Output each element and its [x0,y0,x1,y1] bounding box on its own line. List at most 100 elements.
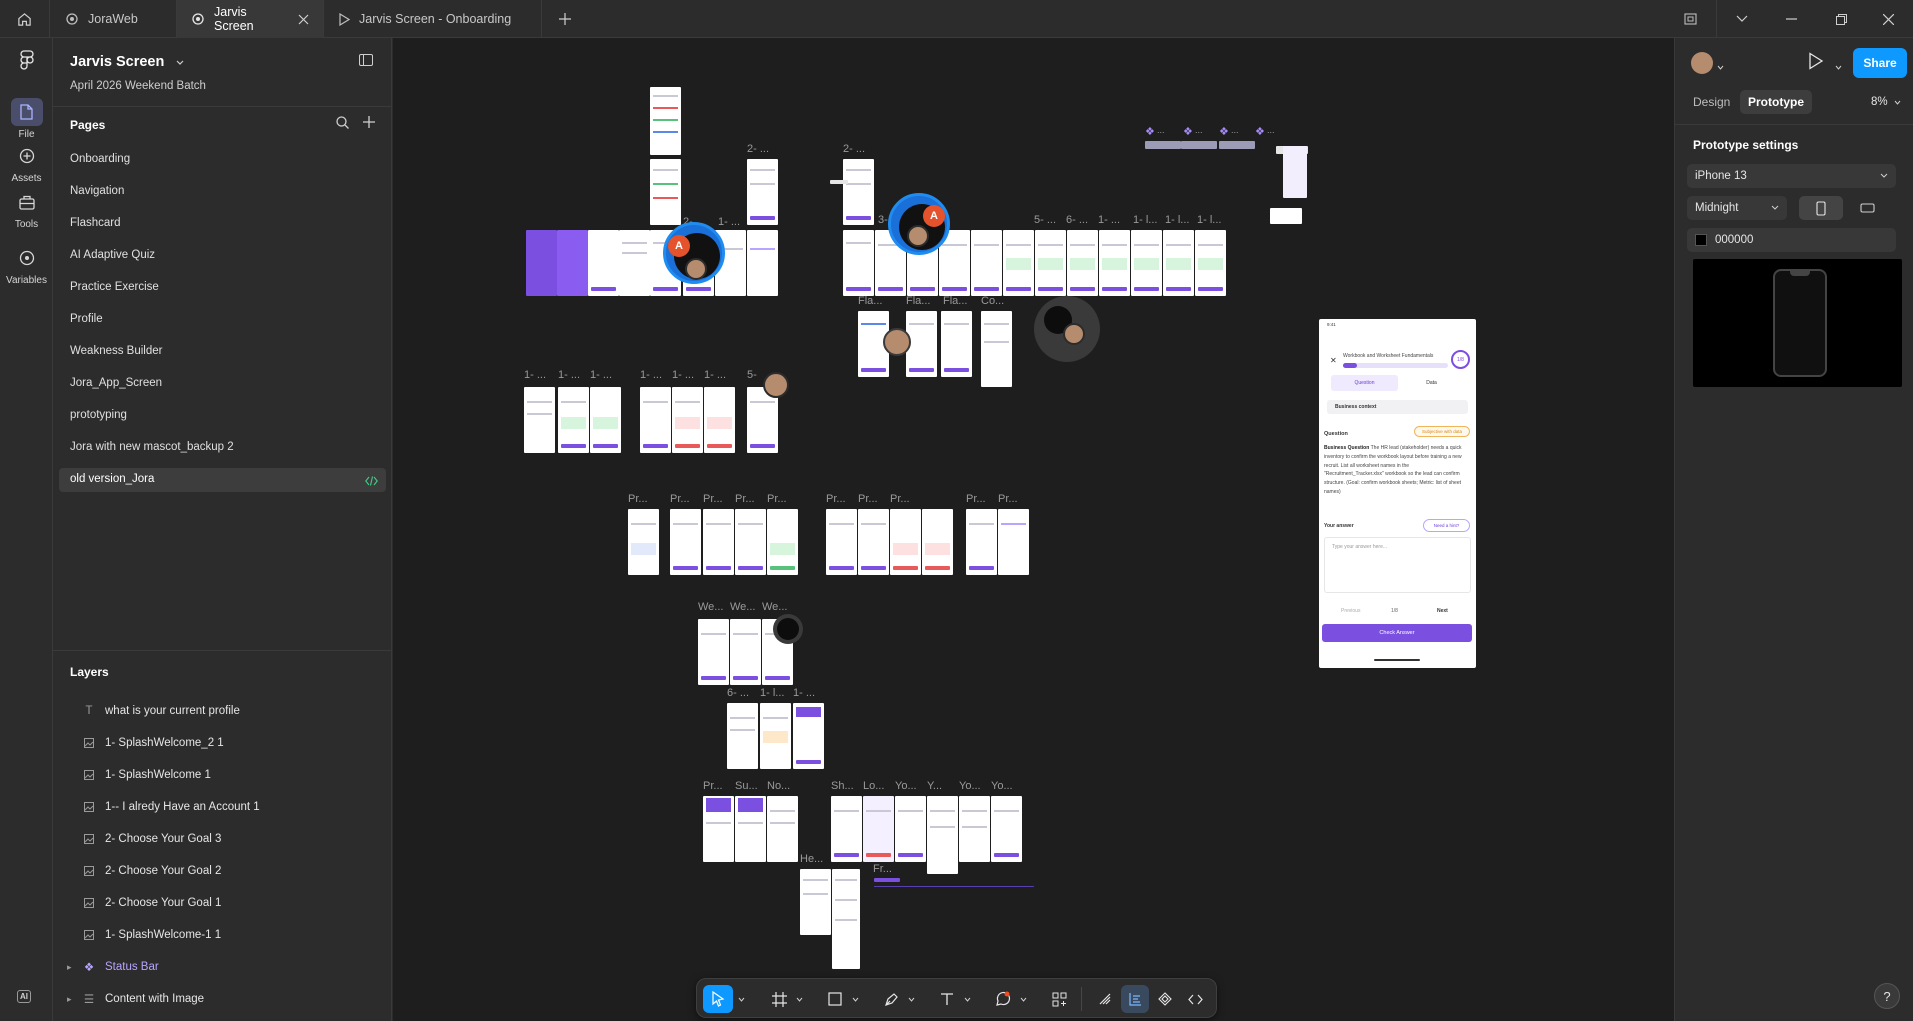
component-thumbnail[interactable] [1181,141,1217,149]
frame-thumbnail[interactable] [793,703,824,769]
frame-thumbnail[interactable] [858,509,889,575]
sidebar-toggle-icon[interactable] [359,54,373,69]
chevron-down-icon[interactable] [1835,58,1842,73]
frame-thumbnail[interactable] [747,230,778,296]
pen-tool[interactable] [879,985,903,1013]
page-item[interactable]: Flashcard [70,217,121,229]
layer-row[interactable]: 2- Choose Your Goal 3 [53,826,392,852]
frame-thumbnail[interactable] [843,159,874,225]
frame-thumbnail[interactable] [1067,230,1098,296]
move-tool[interactable] [703,985,733,1013]
frame-thumbnail[interactable] [703,509,734,575]
page-item[interactable]: AI Adaptive Quiz [70,249,155,261]
previous-button[interactable]: Previous [1341,608,1360,614]
frame-thumbnail[interactable] [1099,230,1130,296]
chevron-down-icon[interactable] [793,985,805,1013]
text-tool[interactable] [935,985,959,1013]
design-mode[interactable] [1121,985,1149,1013]
frame-thumbnail[interactable] [735,509,766,575]
frame-thumbnail[interactable] [619,230,650,296]
tab-joraweb[interactable]: JoraWeb [51,0,177,38]
search-icon[interactable] [336,116,349,132]
help-button[interactable]: ? [1874,983,1900,1009]
layer-row[interactable]: 1- SplashWelcome_2 1 [53,730,392,756]
tab-prototype[interactable]: Prototype [1740,90,1813,114]
frame-thumbnail[interactable] [959,796,990,862]
main-menu[interactable] [0,46,53,77]
page-item[interactable]: prototyping [70,409,127,421]
zoom-control[interactable]: 8% [1871,90,1901,114]
frame-thumbnail[interactable] [1195,230,1226,296]
window-icon-button[interactable] [1665,0,1715,38]
frame-tool[interactable] [767,985,791,1013]
shape-tool[interactable] [823,985,847,1013]
component-thumbnail[interactable] [1270,208,1302,224]
present-button[interactable] [1808,52,1824,73]
frame-thumbnail[interactable] [922,509,953,575]
component-thumbnail[interactable] [1219,141,1255,149]
tab-design[interactable]: Design [1693,90,1730,114]
background-color-field[interactable]: 000000 [1687,228,1896,252]
answer-textarea[interactable]: Type your answer here... [1324,537,1471,593]
page-item-selected[interactable]: old version_Jora [70,473,154,485]
frame-thumbnail[interactable] [843,230,874,296]
tab-jarvis-onboarding[interactable]: Jarvis Screen - Onboarding [324,0,542,38]
frame-thumbnail[interactable] [698,619,729,685]
chevron-down-icon[interactable] [961,985,973,1013]
actions-tool[interactable] [1047,985,1071,1013]
page-item[interactable]: Weakness Builder [70,345,162,357]
layer-row[interactable]: 2- Choose Your Goal 1 [53,890,392,916]
frame-thumbnail[interactable] [558,387,589,453]
rail-file[interactable]: File [0,98,53,140]
frame-thumbnail[interactable] [767,796,798,862]
frame-thumbnail[interactable] [966,509,997,575]
comment-tool[interactable] [991,985,1015,1013]
rail-assets[interactable]: Assets [0,142,53,184]
user-avatar[interactable] [1691,52,1713,74]
check-answer-button[interactable]: Check Answer [1322,624,1472,642]
frame-thumbnail[interactable] [557,230,588,296]
code-icon[interactable] [365,474,378,489]
frame-thumbnail[interactable] [863,796,894,862]
rail-tools[interactable]: Tools [0,188,53,230]
color-hex[interactable]: 000000 [1715,234,1753,246]
frame-thumbnail[interactable] [730,619,761,685]
frame-thumbnail[interactable] [670,509,701,575]
frame-thumbnail[interactable] [590,387,621,453]
page-item[interactable]: Jora with new mascot_backup 2 [70,441,234,453]
collaborator-badge[interactable]: A [923,205,945,227]
frame-thumbnail[interactable] [890,509,921,575]
close-icon[interactable] [298,14,309,25]
portrait-toggle[interactable] [1799,196,1843,220]
ai-badge[interactable]: AI [17,990,31,1003]
chevron-down-icon[interactable] [1017,985,1029,1013]
device-select[interactable]: iPhone 13 [1687,164,1896,188]
tab-question[interactable]: Question [1331,375,1398,391]
frame-thumbnail[interactable] [832,869,860,969]
frame-thumbnail[interactable] [1131,230,1162,296]
tab-data[interactable]: Data [1398,375,1465,391]
minimize-button[interactable] [1766,0,1816,38]
frame-thumbnail[interactable] [640,387,671,453]
frame-thumbnail[interactable] [927,796,958,874]
next-button[interactable]: Next [1437,608,1448,614]
model-select[interactable]: Midnight [1687,196,1787,220]
frame-thumbnail[interactable] [981,311,1012,387]
frame-thumbnail[interactable] [1163,230,1194,296]
page-item[interactable]: Navigation [70,185,124,197]
layer-row[interactable]: 1- SplashWelcome-1 1 [53,922,392,948]
frame-thumbnail[interactable] [1035,230,1066,296]
tabs-dropdown[interactable] [1716,0,1766,38]
layer-row[interactable]: ▸ ❖ Status Bar [53,954,392,980]
chevron-down-icon[interactable] [905,985,917,1013]
component-thumbnail[interactable] [830,180,848,184]
restore-button[interactable] [1816,0,1866,38]
frame-thumbnail[interactable] [831,796,862,862]
landscape-toggle[interactable] [1845,196,1889,220]
file-name-menu[interactable]: Jarvis Screen [70,54,184,70]
frame-thumbnail[interactable] [747,159,778,225]
frame-thumbnail[interactable] [1003,230,1034,296]
component-thumbnail[interactable] [1283,146,1307,198]
frame-thumbnail[interactable] [703,796,734,862]
hint-button[interactable]: Need a hint? [1423,519,1470,532]
